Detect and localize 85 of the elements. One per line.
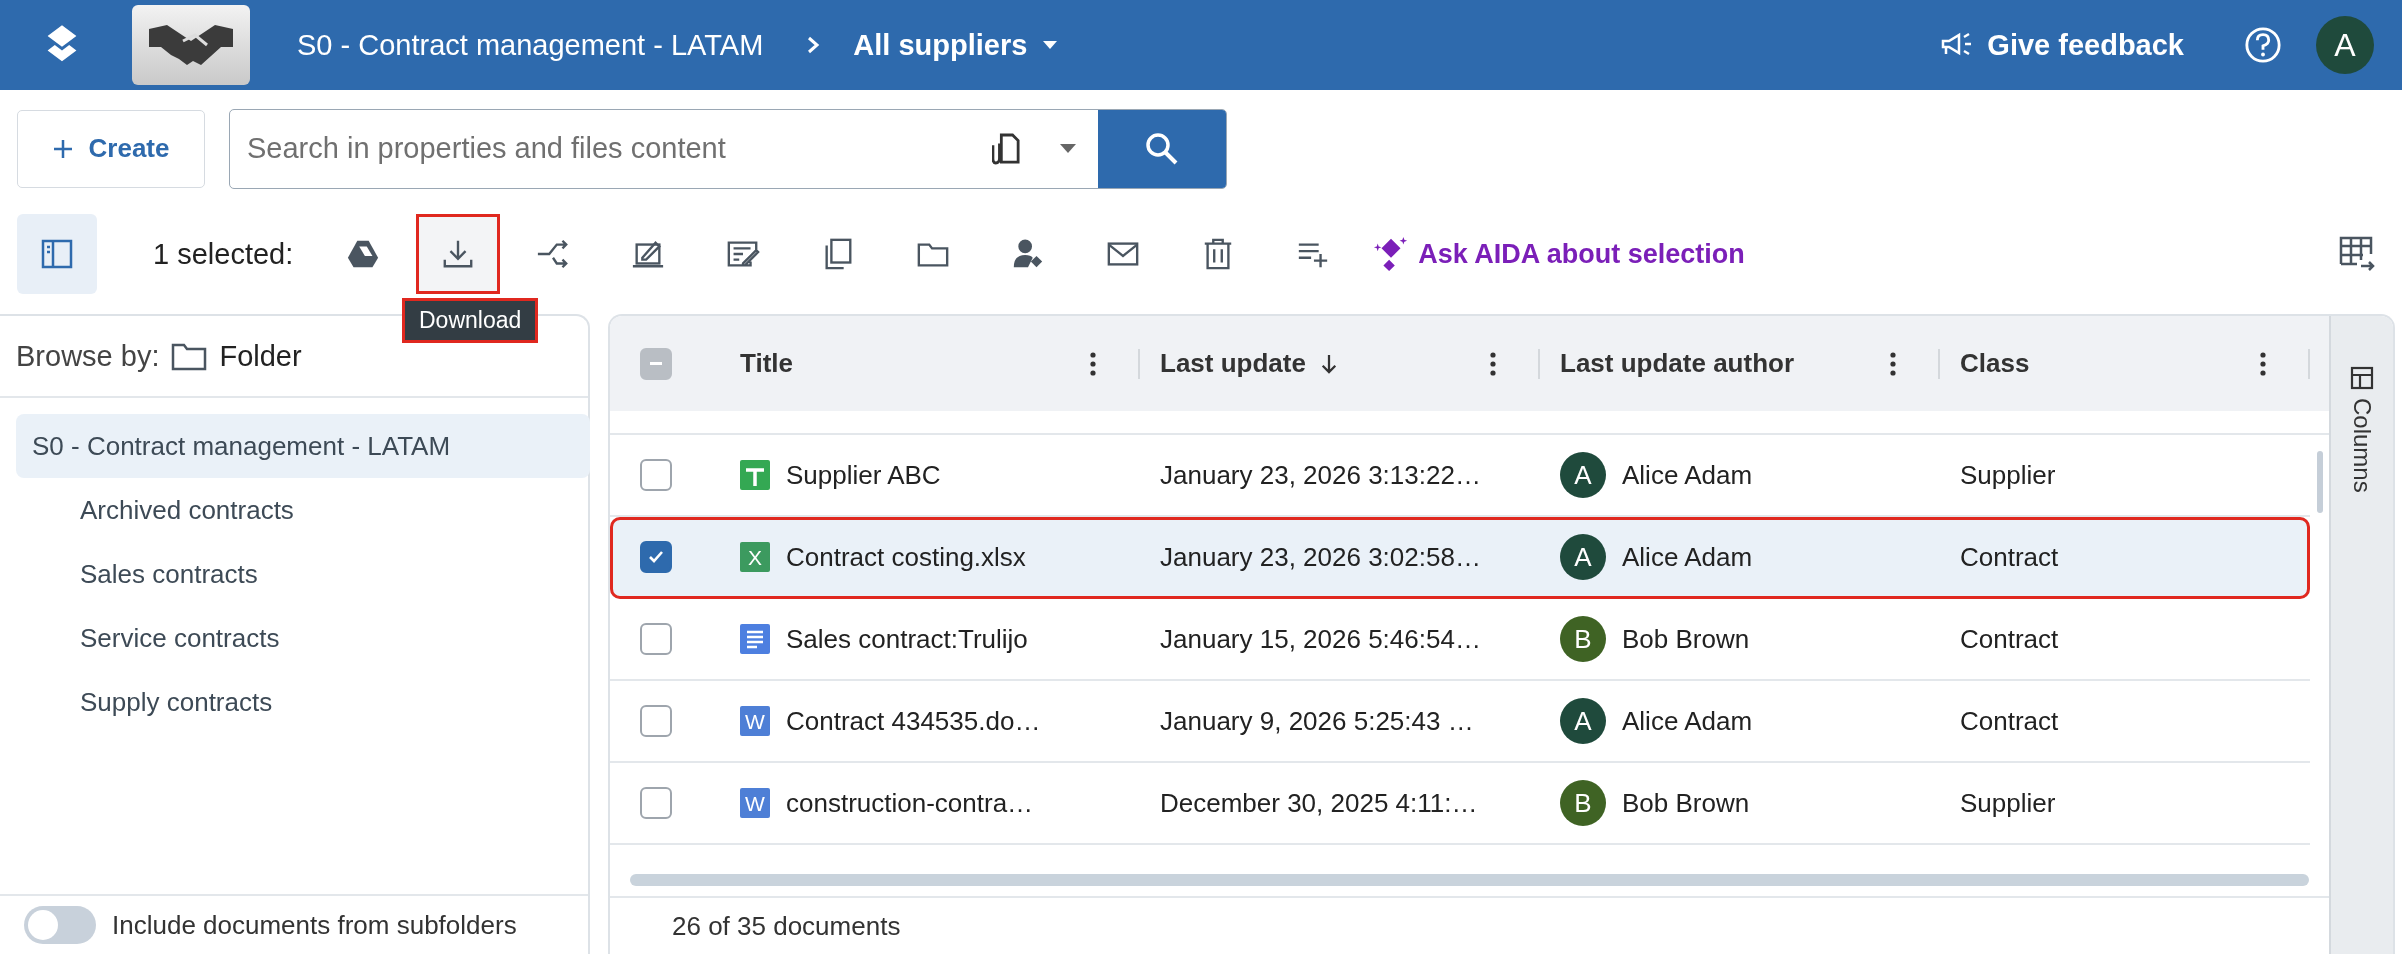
column-menu-icon[interactable]: [1890, 351, 1896, 376]
column-menu-icon[interactable]: [2260, 351, 2266, 376]
table-cell: January 23, 2026 3:02:58…: [1160, 541, 1481, 573]
folder-tree-item[interactable]: Supply contracts: [16, 670, 590, 734]
table-row[interactable]: W Contract 434535.do… January 9, 2026 5:25:43 … A Alice Adam Contract: [610, 681, 2310, 763]
folder-tree-item[interactable]: S0 - Contract management - LATAM: [16, 414, 590, 478]
browse-label: Browse by:: [16, 339, 160, 373]
folder-tree-item[interactable]: Archived contracts: [16, 478, 590, 542]
caret-icon: [1043, 41, 1058, 49]
document-title[interactable]: Contract 434535.do…: [786, 705, 1041, 737]
row-checkbox[interactable]: [640, 787, 672, 819]
tooltip: Download: [402, 298, 539, 343]
doc-file-icon: [740, 624, 770, 654]
table-cell: Contract: [1960, 705, 2059, 737]
document-count: 26 of 35 documents: [672, 910, 901, 942]
table-cell: January 9, 2026 5:25:43 …: [1160, 705, 1474, 737]
help-icon[interactable]: [2244, 26, 2282, 64]
table-cell: Supplier: [1960, 459, 2056, 491]
table-cell: January 23, 2026 3:13:22…: [1160, 459, 1481, 491]
toggle-switch[interactable]: [24, 906, 96, 944]
document-title[interactable]: Supplier ABC: [786, 459, 941, 491]
table-cell: January 15, 2026 5:46:54…: [1160, 623, 1481, 655]
folder-icon: [171, 341, 208, 371]
toggle-label: Include documents from subfolders: [112, 909, 517, 941]
author-avatar: A: [1560, 534, 1606, 580]
row-checkbox[interactable]: [640, 623, 672, 655]
table-row[interactable]: W construction-contra… December 30, 2025 4:11:… B Bob Brown Supplier: [610, 763, 2310, 845]
table-row[interactable]: X Contract costing.xlsx January 23, 2026 3:02:58… A Alice Adam Contract: [610, 517, 2310, 599]
horizontal-scrollbar[interactable]: [630, 874, 2309, 886]
vertical-scrollbar[interactable]: [2317, 451, 2323, 513]
document-title[interactable]: Contract costing.xlsx: [786, 541, 1026, 573]
word-file-icon: W: [740, 706, 770, 736]
search-button[interactable]: [1098, 109, 1226, 188]
column-header[interactable]: Last update: [1140, 316, 1540, 411]
selection-count: 1 selected:: [153, 237, 294, 271]
author-name: Bob Brown: [1622, 623, 1750, 655]
plus-icon: [52, 138, 73, 159]
row-checkbox[interactable]: [640, 705, 672, 737]
sidebar-icon: [40, 237, 74, 271]
download-button[interactable]: [416, 214, 501, 294]
breadcrumb-link[interactable]: S0 - Contract management - LATAM: [297, 28, 764, 62]
minus-icon: [650, 362, 662, 365]
caret-icon[interactable]: [1060, 144, 1076, 153]
view-dropdown[interactable]: All suppliers: [853, 28, 1058, 62]
table-cell: Contract: [1960, 541, 2059, 573]
column-header[interactable]: Last update author: [1540, 316, 1940, 411]
author-avatar: A: [1560, 698, 1606, 744]
sort-descending-icon[interactable]: [1319, 352, 1338, 375]
author-avatar: B: [1560, 616, 1606, 662]
table-row[interactable]: Sales contract:Trulijo January 15, 2026 5:46:54… B Bob Brown Contract: [610, 599, 2310, 681]
author-name: Alice Adam: [1622, 705, 1753, 737]
author-name: Alice Adam: [1622, 459, 1753, 491]
row-checkbox[interactable]: [640, 459, 672, 491]
table-cell: Supplier: [1960, 787, 2056, 819]
column-menu-icon[interactable]: [1490, 351, 1496, 376]
author-avatar: A: [1560, 452, 1606, 498]
user-avatar[interactable]: A: [2316, 16, 2374, 74]
document-title[interactable]: Sales contract:Trulijo: [786, 623, 1028, 655]
author-name: Bob Brown: [1622, 787, 1750, 819]
browse-mode-dropdown[interactable]: Folder: [171, 339, 302, 373]
select-all-checkbox[interactable]: [640, 347, 672, 380]
document-title[interactable]: construction-contra…: [786, 787, 1034, 819]
author-avatar: B: [1560, 780, 1606, 826]
column-menu-icon[interactable]: [1090, 351, 1096, 376]
row-checkbox[interactable]: [640, 541, 672, 573]
excel-file-icon: X: [740, 542, 770, 572]
attached-file-icon[interactable]: [992, 131, 1020, 166]
move-icon: [536, 237, 571, 271]
column-header[interactable]: Title: [740, 316, 1140, 411]
sheet-file-icon: [740, 460, 770, 490]
feedback-button[interactable]: Give feedback: [1941, 28, 2184, 62]
columns-icon: [2350, 366, 2374, 390]
table-cell: Contract: [1960, 623, 2059, 655]
folder-tree-item[interactable]: Service contracts: [16, 606, 590, 670]
ask-ai-button[interactable]: Ask AIDA about selection: [1372, 235, 1745, 273]
folder-tree-item[interactable]: Sales contracts: [16, 542, 590, 606]
create-button[interactable]: Create: [17, 109, 205, 188]
toggle-sidebar-button[interactable]: [17, 214, 97, 294]
search-icon: [1145, 131, 1179, 166]
column-header[interactable]: Class: [1940, 316, 2310, 411]
table-cell: December 30, 2025 4:11:…: [1160, 787, 1478, 819]
word-file-icon: W: [740, 788, 770, 818]
columns-panel-tab[interactable]: Columns: [2329, 316, 2393, 954]
search-bar[interactable]: Search in properties and files content: [229, 108, 1227, 189]
author-name: Alice Adam: [1622, 541, 1753, 573]
